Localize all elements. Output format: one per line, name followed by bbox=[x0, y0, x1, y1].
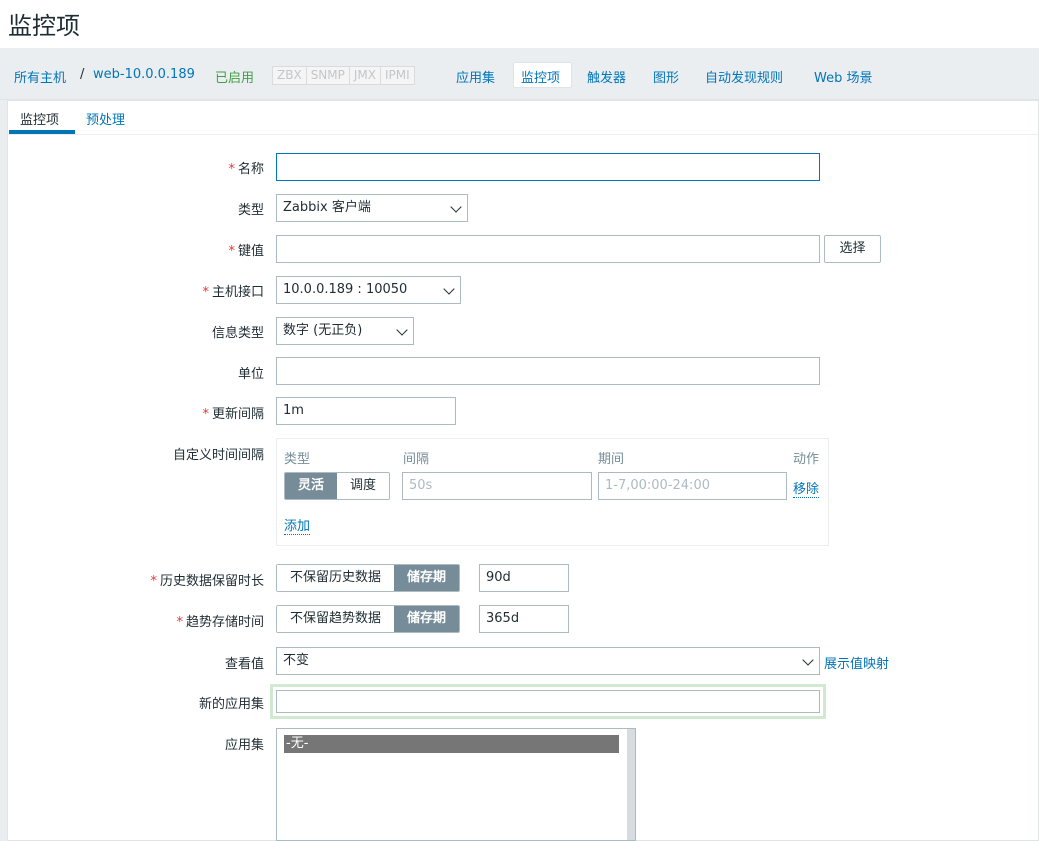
show-value-select[interactable]: 不变 bbox=[276, 647, 820, 675]
info-type-label: 信息类型 bbox=[211, 326, 264, 341]
breadcrumb-separator: / bbox=[80, 67, 85, 82]
applications-option-none[interactable]: -无- bbox=[284, 735, 619, 753]
applications-label: 应用集 bbox=[224, 738, 264, 753]
name-label: * 名称 bbox=[228, 162, 264, 177]
required-asterisk: * bbox=[228, 244, 235, 259]
history-storage-option[interactable]: 储存期 bbox=[394, 565, 460, 591]
new-application-input[interactable] bbox=[276, 690, 820, 713]
page-title: 监控项 bbox=[8, 12, 80, 40]
history-mode-toggle[interactable]: 不保留历史数据 储存期 bbox=[276, 564, 461, 592]
interface-select-value: 10.0.0.189 : 10050 bbox=[283, 282, 408, 297]
nav-items[interactable]: 监控项 bbox=[521, 67, 560, 86]
chevron-down-icon bbox=[450, 201, 462, 213]
new-application-input-wrapper bbox=[270, 684, 826, 719]
chevron-down-icon bbox=[396, 324, 408, 336]
required-asterisk: * bbox=[202, 285, 209, 300]
nav-web-scenarios[interactable]: Web 场景 bbox=[814, 67, 872, 86]
tab-item[interactable]: 监控项 bbox=[20, 109, 59, 128]
nav-graphs[interactable]: 图形 bbox=[653, 67, 679, 86]
required-asterisk: * bbox=[228, 162, 235, 177]
flex-interval-input[interactable]: 50s bbox=[402, 472, 592, 500]
title-bar bbox=[0, 0, 1039, 48]
interface-select[interactable]: 10.0.0.189 : 10050 bbox=[276, 276, 461, 304]
info-type-select-value: 数字 (无正负) bbox=[283, 323, 363, 338]
scheduling-option[interactable]: 调度 bbox=[337, 473, 390, 499]
history-no-keep-option[interactable]: 不保留历史数据 bbox=[277, 565, 395, 591]
col-interval-header: 间隔 bbox=[403, 452, 430, 467]
snmp-indicator: SNMP bbox=[307, 67, 350, 84]
listbox-scrollbar[interactable] bbox=[627, 729, 635, 840]
col-action-header: 动作 bbox=[793, 452, 820, 467]
trends-mode-toggle[interactable]: 不保留趋势数据 储存期 bbox=[276, 605, 461, 633]
units-input[interactable] bbox=[276, 357, 820, 385]
availability-indicators: ZBX SNMP JMX IPMI bbox=[272, 66, 415, 85]
col-period-header: 期间 bbox=[598, 452, 625, 467]
show-value-mappings-link[interactable]: 展示值映射 bbox=[824, 653, 889, 672]
name-input[interactable] bbox=[276, 153, 820, 181]
required-asterisk: * bbox=[202, 407, 209, 422]
trends-storage-option[interactable]: 储存期 bbox=[394, 606, 460, 632]
trends-period-input[interactable]: 365d bbox=[479, 605, 569, 633]
interval-type-toggle[interactable]: 灵活 调度 bbox=[284, 472, 391, 500]
key-label: * 键值 bbox=[228, 244, 264, 259]
breadcrumb-all-hosts[interactable]: 所有主机 bbox=[14, 67, 66, 86]
required-asterisk: * bbox=[176, 615, 183, 630]
col-type-header: 类型 bbox=[284, 452, 311, 467]
update-interval-label: * 更新间隔 bbox=[202, 407, 264, 422]
info-type-select[interactable]: 数字 (无正负) bbox=[276, 317, 414, 345]
flexible-option[interactable]: 灵活 bbox=[285, 473, 338, 499]
custom-intervals-table: 类型 间隔 期间 动作 灵活 调度 50s 1-7,00:00-24:00 移除… bbox=[276, 438, 829, 546]
type-select[interactable]: Zabbix 客户端 bbox=[276, 194, 468, 222]
key-select-button[interactable]: 选择 bbox=[824, 235, 881, 263]
key-input[interactable] bbox=[276, 235, 820, 263]
units-label: 单位 bbox=[237, 367, 264, 382]
host-status-enabled[interactable]: 已启用 bbox=[215, 67, 254, 86]
new-application-label: 新的应用集 bbox=[198, 697, 264, 712]
type-label: 类型 bbox=[237, 203, 264, 218]
zbx-indicator: ZBX bbox=[273, 67, 307, 84]
show-value-select-value: 不变 bbox=[283, 653, 310, 668]
trends-label: * 趋势存储时间 bbox=[176, 615, 264, 630]
nav-applications[interactable]: 应用集 bbox=[456, 67, 495, 86]
required-asterisk: * bbox=[150, 574, 157, 589]
custom-intervals-label: 自定义时间间隔 bbox=[172, 448, 264, 463]
tab-divider bbox=[8, 134, 1038, 135]
type-select-value: Zabbix 客户端 bbox=[283, 200, 371, 215]
show-value-label: 查看值 bbox=[224, 657, 264, 672]
interface-label: * 主机接口 bbox=[202, 285, 264, 300]
applications-listbox[interactable]: -无- bbox=[276, 728, 636, 841]
flex-period-input[interactable]: 1-7,00:00-24:00 bbox=[598, 472, 787, 500]
add-interval-link[interactable]: 添加 bbox=[284, 515, 311, 535]
history-label: * 历史数据保留时长 bbox=[150, 574, 264, 589]
chevron-down-icon bbox=[802, 654, 814, 666]
ipmi-indicator: IPMI bbox=[385, 68, 410, 82]
update-interval-input[interactable]: 1m bbox=[276, 397, 456, 425]
nav-discovery-rules[interactable]: 自动发现规则 bbox=[705, 67, 783, 86]
jmx-indicator: JMX bbox=[350, 67, 381, 84]
history-period-input[interactable]: 90d bbox=[479, 564, 569, 592]
remove-interval-link[interactable]: 移除 bbox=[793, 478, 820, 498]
trends-no-keep-option[interactable]: 不保留趋势数据 bbox=[277, 606, 395, 632]
tab-preprocessing[interactable]: 预处理 bbox=[86, 109, 125, 128]
breadcrumb-host[interactable]: web-10.0.0.189 bbox=[93, 67, 195, 82]
chevron-down-icon bbox=[443, 283, 455, 295]
nav-triggers[interactable]: 触发器 bbox=[587, 67, 626, 86]
